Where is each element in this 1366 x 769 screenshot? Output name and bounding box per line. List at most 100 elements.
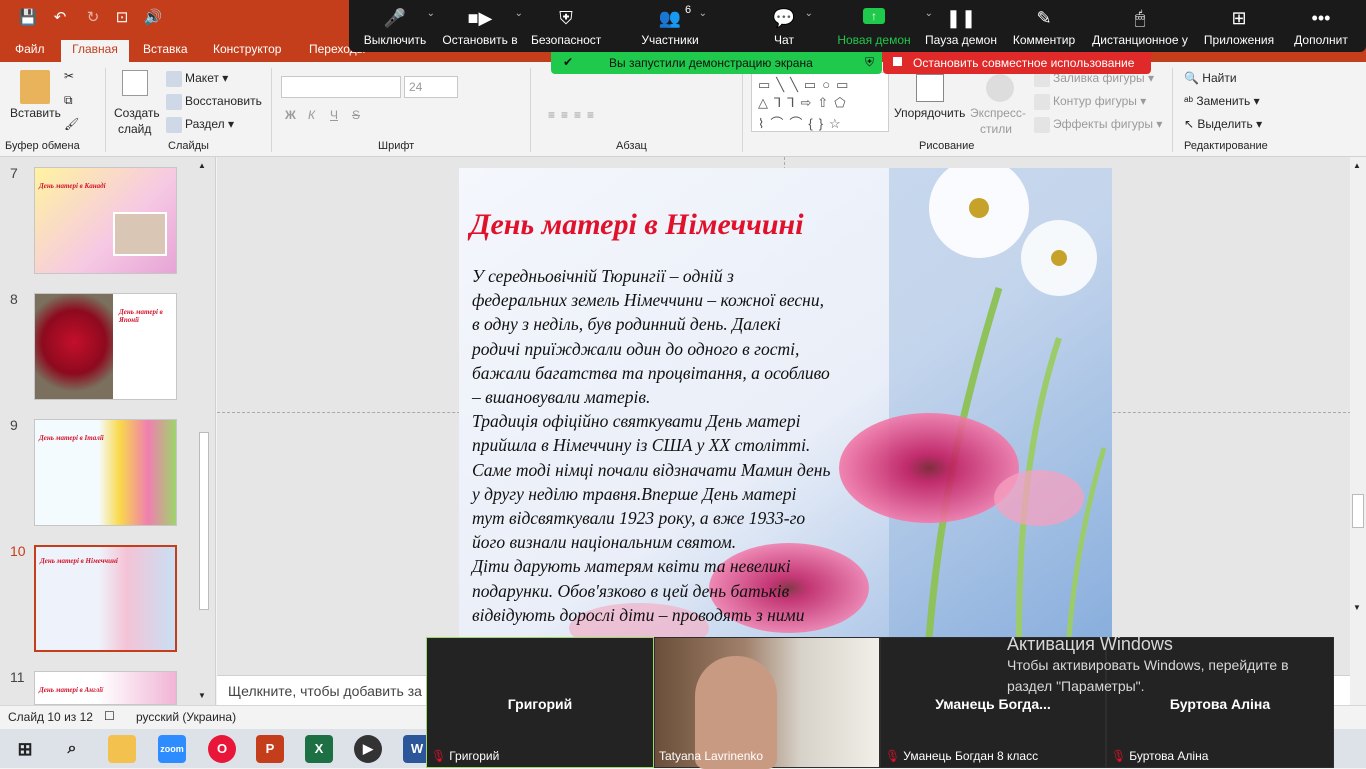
- opera-icon[interactable]: O: [208, 735, 236, 763]
- pause-share-button[interactable]: ❚❚ Пауза демон: [923, 0, 999, 52]
- reset-button[interactable]: Восстановить: [185, 94, 262, 108]
- muted-mic-icon: 🎙: [1111, 749, 1127, 763]
- start-icon[interactable]: ⊞: [11, 735, 39, 763]
- tab-file[interactable]: Файл: [9, 40, 51, 62]
- clipboard-group-label: Буфер обмена: [5, 140, 80, 152]
- arrange-button[interactable]: Упорядочить: [894, 106, 965, 120]
- shape-effects-button[interactable]: Эффекты фигуры: [1053, 117, 1153, 131]
- file-explorer-icon[interactable]: [108, 735, 136, 763]
- scroll-down-icon[interactable]: ▼: [1353, 603, 1361, 612]
- shapes-row-3: ⌇⌒⌒{}☆: [758, 116, 847, 131]
- participant-name: Григорий: [507, 696, 573, 712]
- activation-line: Чтобы активировать Windows, перейдите в: [1007, 657, 1289, 673]
- more-button[interactable]: ••• Дополнит: [1285, 0, 1357, 52]
- shield-icon: ⛨: [559, 8, 573, 28]
- layout-button[interactable]: Макет: [185, 71, 219, 85]
- present-icon[interactable]: ⊡: [112, 8, 132, 28]
- stop-share-button[interactable]: Остановить совместное использование: [883, 52, 1151, 74]
- save-icon[interactable]: 💾: [18, 8, 38, 28]
- zoom-meeting-toolbar: 🎤 ⌄ Выключить ■▶ ⌄ Остановить в ⛨ Безопа…: [349, 0, 1366, 52]
- select-button[interactable]: Выделить: [1197, 117, 1252, 131]
- find-button[interactable]: Найти: [1202, 71, 1236, 85]
- strikethrough-button[interactable]: S: [352, 108, 360, 122]
- replace-button[interactable]: Заменить: [1196, 94, 1250, 108]
- scrollbar-thumb[interactable]: [199, 432, 209, 610]
- font-family-combo[interactable]: [281, 76, 401, 98]
- paste-icon[interactable]: [20, 70, 50, 104]
- cut-icon[interactable]: ✂: [64, 69, 74, 83]
- slide-thumbnail-10[interactable]: День матері в Німеччині: [34, 545, 177, 652]
- align-buttons[interactable]: ≡≡≡≡: [548, 108, 600, 122]
- editor-scrollbar[interactable]: ▲ ▼: [1350, 157, 1366, 705]
- quick-styles-icon[interactable]: [986, 74, 1014, 102]
- slide-body-text[interactable]: У середньовічній Тюрингії – одній з феде…: [472, 264, 892, 627]
- annotate-button[interactable]: ✎ Комментир: [1009, 0, 1079, 52]
- muted-mic-icon: 🎙: [431, 749, 447, 763]
- media-player-icon[interactable]: ▶: [354, 735, 382, 763]
- drawing-group-label: Рисование: [919, 140, 975, 152]
- shapes-row-1: ▭╲╲▭○▭: [758, 77, 855, 92]
- excel-icon[interactable]: X: [305, 735, 333, 763]
- participant-label: Tatyana Lavrinenko: [659, 749, 764, 763]
- thumbnails-scrollbar[interactable]: ▲ ▼: [198, 157, 212, 705]
- italic-button[interactable]: К: [308, 108, 315, 122]
- underline-button[interactable]: Ч: [330, 108, 338, 122]
- slide-thumbnail-9[interactable]: День матері в Італії: [34, 419, 177, 526]
- audio-icon[interactable]: 🔊: [143, 8, 163, 28]
- find-icon: 🔍: [1184, 71, 1199, 85]
- body-line: відвідують дорослі діти – проводять з ни…: [472, 604, 805, 625]
- body-line: тут відсвяткували 1923 року, а вже 1933-…: [472, 508, 806, 529]
- quick-styles-button-label[interactable]: стили: [980, 122, 1012, 136]
- chat-button[interactable]: 💬 ⌄ Чат: [759, 0, 813, 52]
- slide-thumbnail-8[interactable]: День матері в Японії: [34, 293, 177, 400]
- shapes-gallery[interactable]: ▭╲╲▭○▭ △⅂⅂⇨⇧⬠ ⌇⌒⌒{}☆: [751, 72, 889, 132]
- arrange-icon[interactable]: [916, 74, 944, 102]
- scrollbar-thumb[interactable]: [1352, 494, 1364, 528]
- section-button[interactable]: Раздел: [185, 117, 225, 131]
- new-share-button[interactable]: ↑ ⌄ Новая демон: [835, 0, 933, 52]
- annotate-icon: ✎: [1036, 8, 1052, 28]
- redo-icon[interactable]: ↻: [83, 8, 103, 28]
- zoom-icon[interactable]: zoom: [158, 735, 186, 763]
- scroll-down-icon[interactable]: ▼: [198, 691, 206, 700]
- slide-title[interactable]: День матері в Німеччині: [470, 208, 804, 242]
- tab-insert[interactable]: Вставка: [137, 40, 194, 62]
- spelling-icon[interactable]: ☐: [104, 709, 115, 723]
- quick-styles-button[interactable]: Экспресс-: [970, 106, 1026, 120]
- participants-button[interactable]: 👥 6 ⌄ Участники: [637, 0, 707, 52]
- language-indicator[interactable]: русский (Украина): [136, 710, 236, 724]
- shape-outline-button[interactable]: Контур фигуры: [1053, 94, 1137, 108]
- sharing-status-text: Вы запустили демонстрацию экрана: [609, 56, 813, 70]
- body-line: прийшла в Німеччину із США у XX столітті…: [472, 435, 811, 456]
- slide-thumbnail-7[interactable]: День матері в Канаді: [34, 167, 177, 274]
- tab-design[interactable]: Конструктор: [207, 40, 287, 62]
- participant-name: Уманець Богда...: [935, 696, 1051, 712]
- tab-home[interactable]: Главная: [61, 40, 129, 62]
- new-slide-button[interactable]: Создать: [114, 106, 160, 120]
- new-slide-button-label[interactable]: слайд: [118, 122, 151, 136]
- font-size-combo[interactable]: 24: [404, 76, 458, 98]
- format-painter-icon[interactable]: 🖌: [64, 117, 79, 131]
- body-line: Саме тоді німці почали відзначати Мамин …: [472, 459, 831, 480]
- body-line: родичі приїжджали один до одного в гості…: [472, 338, 800, 359]
- security-button[interactable]: ⛨ Безопасност: [531, 0, 601, 52]
- scroll-up-icon[interactable]: ▲: [1353, 161, 1361, 170]
- search-icon[interactable]: ⌕: [58, 735, 86, 763]
- shape-outline-icon: [1034, 94, 1050, 110]
- new-slide-icon[interactable]: [122, 70, 148, 96]
- slide-thumbnail-11[interactable]: День матері в Англії: [34, 671, 177, 705]
- remote-control-button[interactable]: 🖱 Дистанционное у: [1089, 0, 1191, 52]
- video-tile[interactable]: Tatyana Lavrinenko: [654, 637, 880, 769]
- powerpoint-icon[interactable]: P: [256, 735, 284, 763]
- undo-icon[interactable]: ↶: [50, 8, 70, 28]
- copy-icon[interactable]: ⧉: [64, 93, 73, 108]
- scroll-up-icon[interactable]: ▲: [198, 161, 206, 170]
- bold-button[interactable]: Ж: [285, 108, 296, 122]
- video-tile[interactable]: Григорий 🎙 Григорий: [426, 637, 654, 768]
- paste-button[interactable]: Вставить: [10, 106, 61, 120]
- activation-title: Активация Windows: [1007, 634, 1173, 654]
- mute-button[interactable]: 🎤 ⌄ Выключить: [359, 0, 435, 52]
- body-line: Традиція офіційно святкувати День матері: [472, 411, 801, 432]
- stop-video-button[interactable]: ■▶ ⌄ Остановить в: [441, 0, 523, 52]
- apps-button[interactable]: ⊞ Приложения: [1199, 0, 1279, 52]
